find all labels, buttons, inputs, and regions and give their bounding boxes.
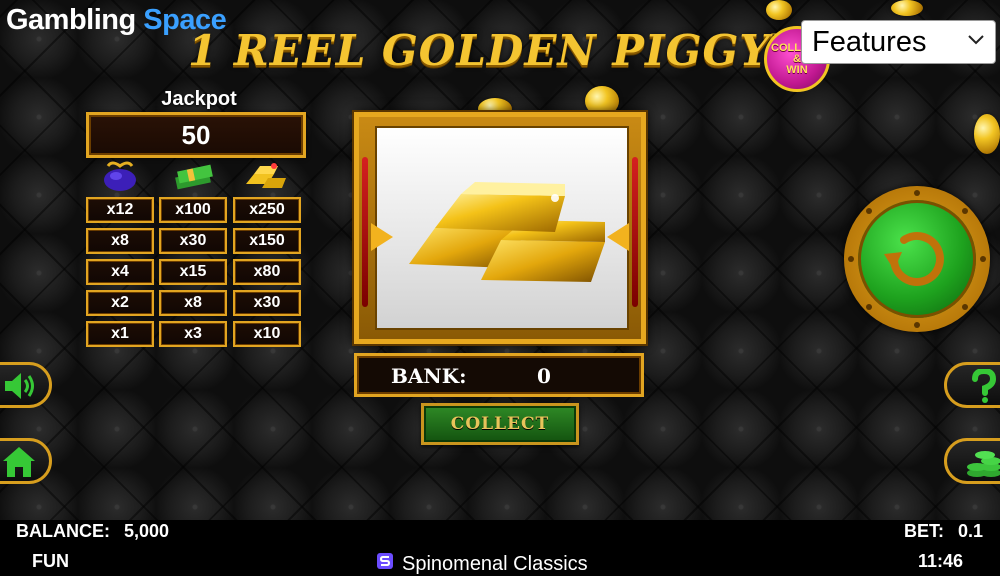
multiplier-cell: x250 <box>233 197 301 223</box>
spin-button-face <box>858 200 976 318</box>
provider-logo: Spinomenal Classics <box>376 552 588 576</box>
sound-button[interactable] <box>0 362 52 408</box>
home-icon <box>1 445 37 483</box>
question-icon <box>969 367 999 407</box>
chevron-down-icon <box>967 29 985 57</box>
reel-side-bar-right <box>632 157 638 307</box>
multiplier-cell: x8 <box>86 228 154 254</box>
bet-button[interactable] <box>944 438 1000 484</box>
coin-decoration <box>766 0 792 20</box>
brand-name-part1: Gambling <box>6 4 136 36</box>
multiplier-cell: x12 <box>86 197 154 223</box>
bet-label: BET: <box>904 521 944 541</box>
reel-frame <box>354 112 646 344</box>
bank-display: BANK: 0 <box>354 353 644 397</box>
multiplier-cell: x3 <box>159 321 227 347</box>
multiplier-cell: x4 <box>86 259 154 285</box>
help-button[interactable] <box>944 362 1000 408</box>
jackpot-value: 50 <box>86 112 306 158</box>
multiplier-cell: x100 <box>159 197 227 223</box>
multiplier-cell: x30 <box>233 290 301 316</box>
reel-arrow-right <box>607 223 629 251</box>
reel-arrow-left <box>371 223 393 251</box>
collect-button[interactable]: COLLECT <box>421 403 579 445</box>
multiplier-cell: x150 <box>233 228 301 254</box>
mode-label: FUN <box>32 551 69 571</box>
badge-line2: & <box>793 52 801 65</box>
spin-button[interactable] <box>844 186 990 332</box>
clock: 11:46 <box>918 551 964 571</box>
purse-icon <box>100 160 140 191</box>
coin-decoration <box>891 0 923 16</box>
multiplier-cell: x80 <box>233 259 301 285</box>
features-select[interactable]: Features <box>801 20 996 64</box>
provider-name: Spinomenal Classics <box>402 552 588 575</box>
reel-side-bar-left <box>362 157 368 307</box>
features-select-value: Features <box>812 25 927 58</box>
bank-label: BANK: <box>391 364 467 388</box>
bet-value: 0.1 <box>958 521 984 541</box>
coins-stack-icon <box>965 445 1000 485</box>
speaker-icon <box>3 370 37 406</box>
spinomenal-icon <box>376 552 394 576</box>
cash-stack-icon <box>172 160 213 190</box>
game-title: 1 REEL GOLDEN PIGGYTM <box>188 26 796 75</box>
gold-bars-icon <box>405 168 605 292</box>
coin-decoration <box>974 114 1000 154</box>
jackpot-label: Jackpot <box>161 88 237 110</box>
multiplier-cell: x1 <box>86 321 154 347</box>
multiplier-cell: x8 <box>159 290 227 316</box>
badge-line3: WIN <box>786 63 808 76</box>
home-button[interactable] <box>0 438 52 484</box>
multiplier-cell: x30 <box>159 228 227 254</box>
multiplier-cell: x10 <box>233 321 301 347</box>
balance-label: BALANCE: <box>16 521 110 541</box>
multiplier-cell: x2 <box>86 290 154 316</box>
gold-bars-icon <box>244 160 286 190</box>
bank-value: 0 <box>537 364 551 388</box>
game-title-text: 1 REEL GOLDEN PIGGY <box>188 26 771 75</box>
spin-icon <box>882 224 952 298</box>
balance-value: 5,000 <box>124 521 170 541</box>
multiplier-cell: x15 <box>159 259 227 285</box>
reel-window <box>375 126 629 330</box>
